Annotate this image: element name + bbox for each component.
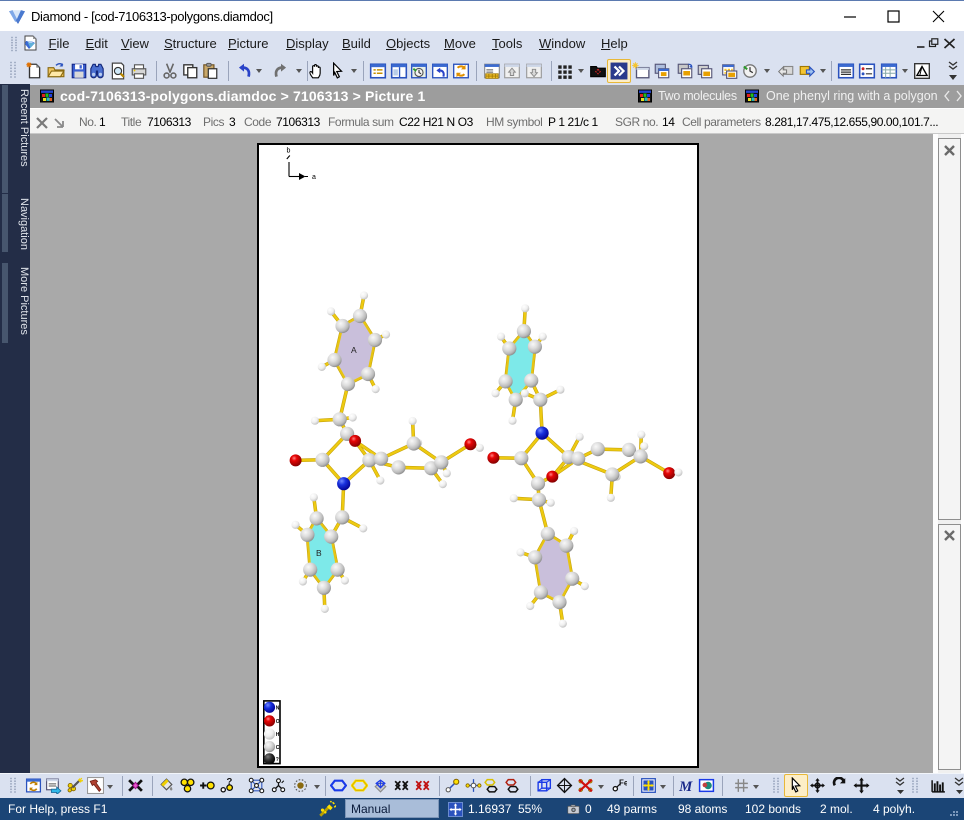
svg-text:a: a bbox=[312, 174, 316, 181]
svg-text:N: N bbox=[276, 706, 280, 712]
svg-text:b: b bbox=[287, 148, 291, 155]
svg-text:O: O bbox=[276, 719, 280, 725]
svg-text:C: C bbox=[276, 745, 280, 751]
svg-text:A: A bbox=[351, 345, 357, 355]
svg-text:Fe: Fe bbox=[619, 779, 627, 788]
svg-text:B: B bbox=[316, 548, 322, 558]
svg-text:?: ? bbox=[226, 777, 232, 787]
svg-text:H: H bbox=[276, 732, 280, 738]
svg-text:M: M bbox=[678, 779, 693, 794]
svg-text:?: ? bbox=[276, 757, 279, 763]
